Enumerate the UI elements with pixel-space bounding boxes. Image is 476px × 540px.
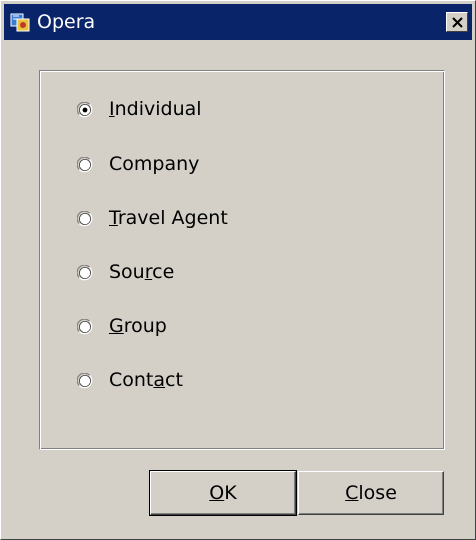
title-bar[interactable]: Opera <box>4 4 472 40</box>
radio-unselected-icon[interactable] <box>77 211 93 227</box>
radio-unselected-icon[interactable] <box>77 265 93 281</box>
radio-option-group[interactable]: Group <box>77 313 377 341</box>
radio-label: Contact <box>109 369 183 391</box>
close-icon[interactable] <box>446 12 468 32</box>
close-button[interactable]: Close <box>298 471 444 515</box>
radio-label: Travel Agent <box>109 207 228 229</box>
ok-button[interactable]: OK <box>149 470 297 516</box>
radio-option-company[interactable]: Company <box>77 151 377 179</box>
radio-unselected-icon[interactable] <box>77 319 93 335</box>
ok-button-label: OK <box>209 482 237 504</box>
radio-option-individual[interactable]: Individual <box>77 96 377 124</box>
radio-label: Source <box>109 261 175 283</box>
opera-dialog-window: Opera Individual Company Travel Agent Sourc… <box>0 0 476 540</box>
radio-label: Company <box>109 153 200 175</box>
radio-unselected-icon[interactable] <box>77 157 93 173</box>
radio-selected-icon[interactable] <box>77 102 93 118</box>
radio-label: Group <box>109 315 167 337</box>
radio-option-contact[interactable]: Contact <box>77 367 377 395</box>
radio-label: Individual <box>109 98 202 120</box>
radio-option-travel-agent[interactable]: Travel Agent <box>77 205 377 233</box>
close-button-label: Close <box>345 482 397 504</box>
radio-dot <box>82 107 88 113</box>
radio-unselected-icon[interactable] <box>77 373 93 389</box>
opera-app-icon <box>10 13 30 32</box>
window-title: Opera <box>37 11 96 33</box>
radio-option-source[interactable]: Source <box>77 259 377 287</box>
